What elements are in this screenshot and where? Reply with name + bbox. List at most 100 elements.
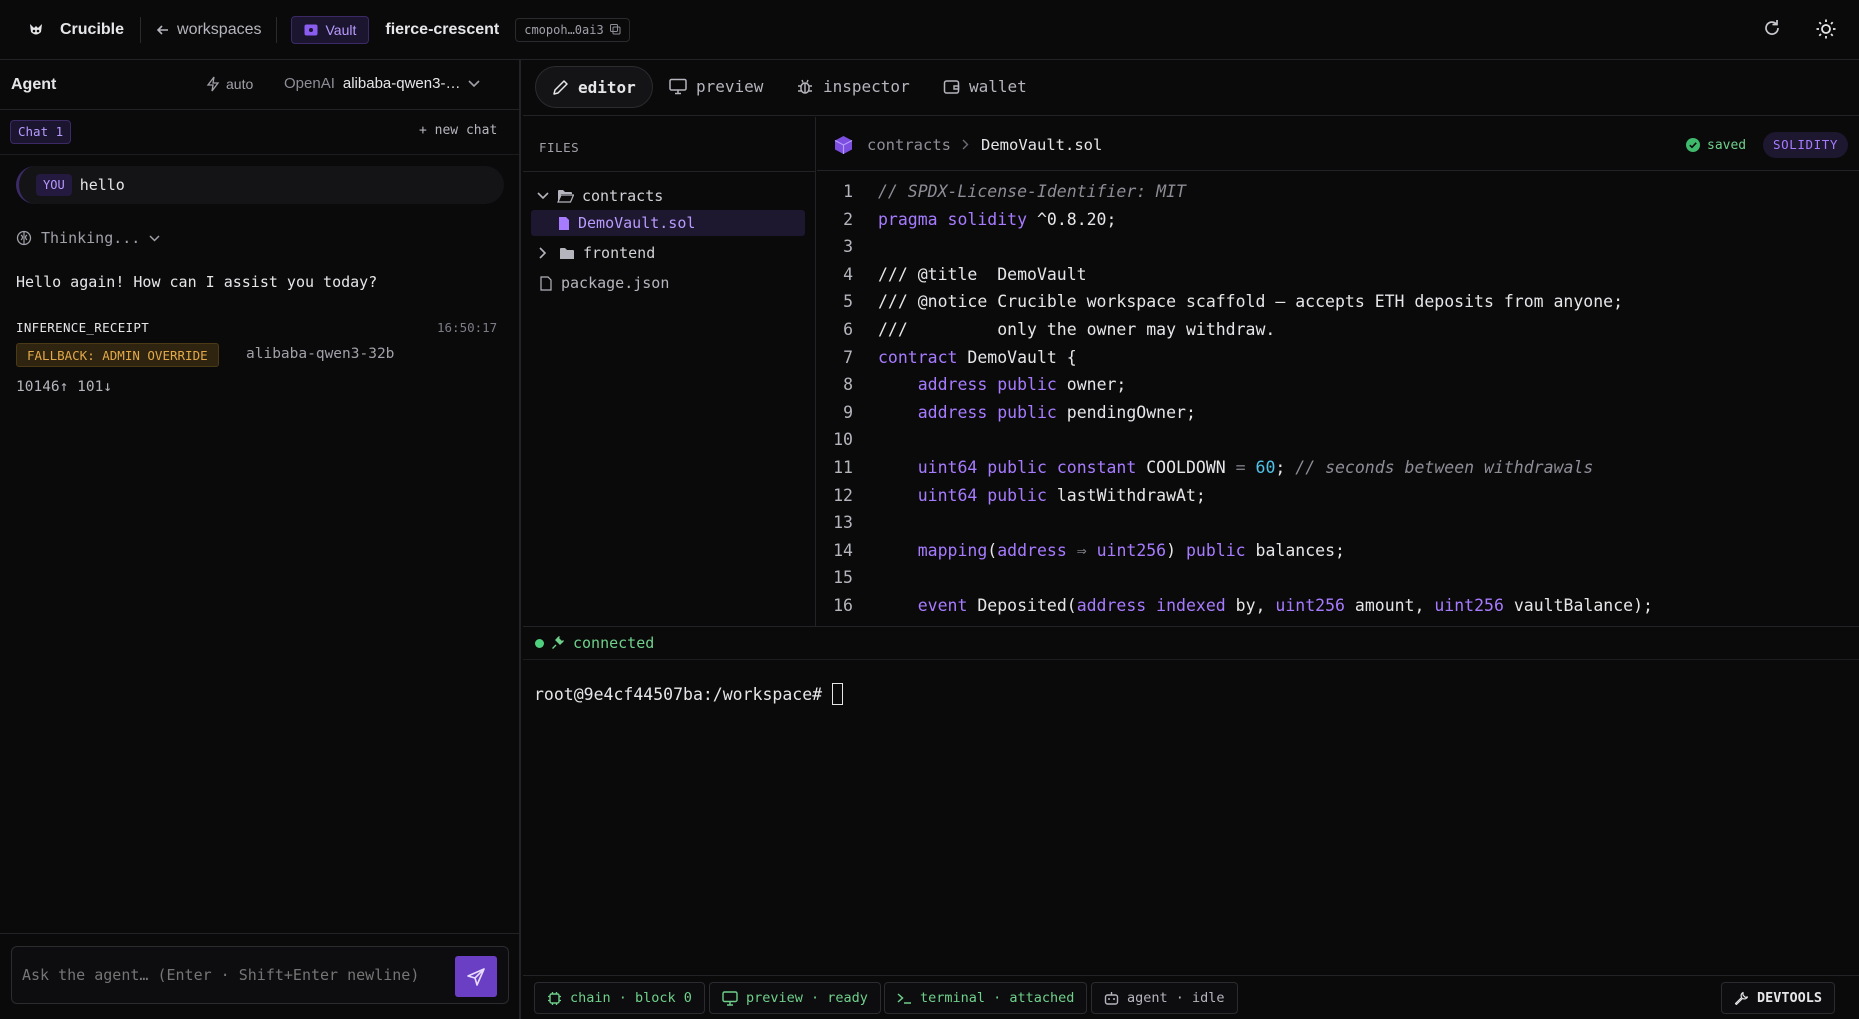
- code-token: public: [987, 457, 1057, 477]
- code-line[interactable]: /// @title DemoVault: [878, 261, 1858, 289]
- code-line[interactable]: // SPDX-License-Identifier: MIT: [878, 178, 1858, 206]
- files-header: FILES: [539, 140, 580, 155]
- tab-wallet-label: wallet: [969, 77, 1027, 96]
- code-token: uint64: [878, 485, 988, 505]
- thinking-label: Thinking...: [41, 229, 141, 247]
- tab-editor[interactable]: editor: [535, 66, 653, 108]
- code-line[interactable]: mapping(address ⇒ uint256) public balanc…: [878, 537, 1858, 565]
- agent-title: Agent: [11, 76, 57, 93]
- line-number: 15: [833, 568, 853, 588]
- agent-input[interactable]: [22, 961, 452, 989]
- folder-frontend[interactable]: frontend: [539, 244, 655, 262]
- code-line[interactable]: [878, 564, 1858, 592]
- code-token: (: [987, 540, 998, 560]
- monitor-icon: [722, 990, 738, 1006]
- devtools-button[interactable]: DEVTOOLS: [1721, 982, 1836, 1014]
- tab-inspector[interactable]: inspector: [796, 77, 910, 96]
- file-package-json[interactable]: package.json: [540, 274, 669, 292]
- folder-contracts[interactable]: contracts: [537, 187, 663, 205]
- code-line[interactable]: [878, 233, 1858, 261]
- line-number: 3: [843, 237, 853, 257]
- folder-contracts-label: contracts: [582, 187, 664, 205]
- code-line[interactable]: address public pendingOwner;: [878, 399, 1858, 427]
- code-token: pragma: [878, 209, 948, 229]
- vault-icon: [304, 24, 318, 36]
- code-token: balances;: [1255, 540, 1345, 560]
- breadcrumb-file: DemoVault.sol: [981, 136, 1103, 154]
- model-select[interactable]: OpenAI alibaba-qwen3-…: [284, 75, 481, 92]
- code-line[interactable]: event Deposited(address indexed by, uint…: [878, 592, 1858, 620]
- back-to-workspaces-link[interactable]: workspaces: [155, 21, 262, 39]
- code-token: uint256: [1096, 540, 1167, 560]
- terminal[interactable]: root@9e4cf44507ba:/workspace#: [523, 661, 1859, 966]
- line-numbers: 1234567891011121314151617: [817, 178, 853, 626]
- line-number: 14: [833, 540, 853, 560]
- workspace-id-copy[interactable]: cmopoh…0ai3: [515, 17, 630, 42]
- view-tabs: editor preview inspector wallet: [523, 60, 1859, 116]
- code-token: public: [997, 402, 1067, 422]
- code-line[interactable]: [878, 509, 1858, 537]
- agent-header: Agent auto OpenAI alibaba-qwen3-…: [0, 60, 519, 110]
- file-demovault[interactable]: DemoVault.sol: [531, 210, 805, 236]
- vault-badge[interactable]: Vault: [290, 15, 370, 44]
- code-token: ;: [1275, 457, 1296, 477]
- code-editor: contracts DemoVault.sol saved SOLIDITY 1…: [817, 117, 1859, 626]
- vault-label: Vault: [325, 21, 357, 38]
- tab-preview[interactable]: preview: [669, 77, 763, 96]
- chevron-right-icon: [539, 247, 547, 259]
- line-number: 12: [833, 485, 853, 505]
- mode-toggle[interactable]: auto: [206, 76, 253, 92]
- code-token: constant: [1056, 457, 1147, 477]
- copy-icon: [609, 24, 621, 35]
- code-token: contract: [878, 347, 968, 367]
- code-lines[interactable]: // SPDX-License-Identifier: MIT pragma so…: [878, 178, 1858, 626]
- code-line[interactable]: /// only the owner may withdraw.: [878, 316, 1858, 344]
- terminal-status[interactable]: terminal · attached: [884, 982, 1088, 1014]
- chevron-down-icon: [537, 192, 549, 200]
- chevron-right-icon: [962, 139, 969, 150]
- line-number: 16: [833, 595, 853, 615]
- agent-status[interactable]: agent · idle: [1091, 982, 1238, 1014]
- chain-status[interactable]: chain · block 0: [534, 982, 705, 1014]
- code-line[interactable]: contract DemoVault {: [878, 344, 1858, 372]
- line-number: 2: [843, 209, 853, 229]
- saved-status: saved: [1707, 138, 1747, 153]
- file-icon: [558, 216, 570, 231]
- code-line[interactable]: /// @notice Crucible workspace scaffold …: [878, 288, 1858, 316]
- code-line[interactable]: [878, 426, 1858, 454]
- provider-label: OpenAI: [284, 75, 335, 92]
- code-token: uint64: [878, 457, 988, 477]
- chat-tab-1[interactable]: Chat 1: [10, 120, 72, 144]
- wallet-icon: [943, 78, 960, 95]
- theme-toggle-sun-icon[interactable]: [1815, 18, 1837, 40]
- assistant-message: Hello again! How can I assist you today?: [16, 273, 378, 291]
- line-number: 4: [843, 264, 853, 284]
- folder-open-icon: [557, 189, 574, 203]
- arrow-left-icon: [155, 22, 171, 38]
- tab-inspector-label: inspector: [823, 77, 910, 96]
- bottom-status-bar: chain · block 0 preview · ready terminal…: [523, 975, 1859, 1019]
- tab-wallet[interactable]: wallet: [943, 77, 1027, 96]
- breadcrumb-folder[interactable]: contracts: [867, 136, 951, 154]
- new-chat-button[interactable]: + new chat: [419, 123, 497, 138]
- line-number: 1: [843, 182, 853, 201]
- code-line[interactable]: uint64 public lastWithdrawAt;: [878, 482, 1858, 510]
- preview-status[interactable]: preview · ready: [709, 982, 881, 1014]
- code-token: /// @title DemoVault: [878, 264, 1087, 284]
- code-token: DemoVault {: [967, 347, 1077, 367]
- folder-icon: [559, 247, 575, 260]
- line-number: 10: [833, 430, 853, 450]
- line-number: 8: [843, 375, 853, 395]
- code-line[interactable]: uint64 public constant COOLDOWN = 60; //…: [878, 454, 1858, 482]
- plug-icon: [551, 636, 564, 650]
- thinking-toggle[interactable]: Thinking...: [16, 229, 160, 247]
- refresh-icon[interactable]: [1762, 18, 1782, 38]
- code-line[interactable]: address public owner;: [878, 371, 1858, 399]
- code-token: indexed: [1156, 595, 1236, 615]
- app-name: Crucible: [60, 20, 125, 38]
- code-line[interactable]: pragma solidity ^0.8.20;: [878, 206, 1858, 234]
- send-button[interactable]: [455, 956, 497, 997]
- crucible-logo-icon: [26, 20, 46, 40]
- tab-preview-label: preview: [696, 77, 764, 96]
- code-token: by,: [1235, 595, 1276, 615]
